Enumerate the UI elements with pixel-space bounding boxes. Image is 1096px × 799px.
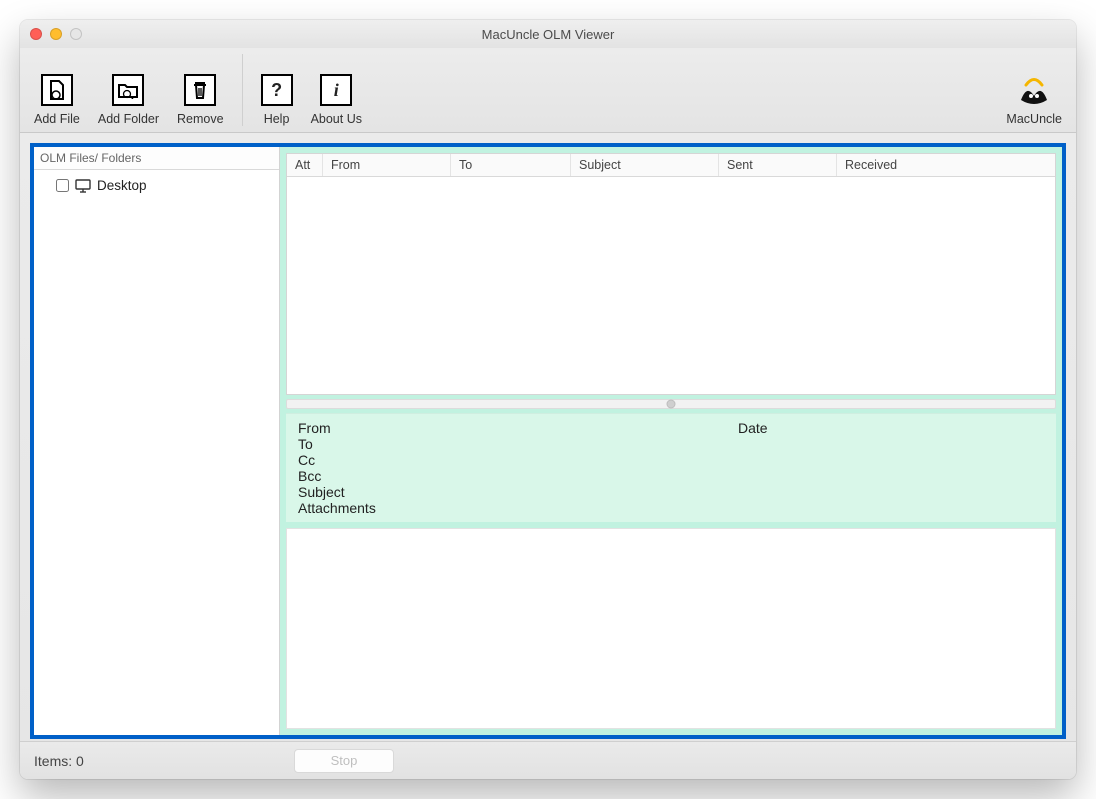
- stop-label: Stop: [331, 753, 358, 768]
- remove-label: Remove: [177, 112, 224, 126]
- detail-subject-label: Subject: [298, 484, 1044, 500]
- about-us-label: About Us: [311, 112, 362, 126]
- tree-item-checkbox[interactable]: [56, 179, 69, 192]
- column-to[interactable]: To: [451, 154, 571, 176]
- help-icon: ?: [261, 74, 293, 106]
- splitter-handle[interactable]: [286, 399, 1056, 409]
- brand-button[interactable]: MacUncle: [1006, 78, 1062, 126]
- stop-button: Stop: [294, 749, 394, 773]
- tree-item[interactable]: Desktop: [40, 176, 273, 195]
- folder-tree-pane: OLM Files/ Folders Desktop: [34, 147, 280, 735]
- column-received[interactable]: Received: [837, 154, 1055, 176]
- app-window: MacUncle OLM Viewer Add File Add Folder …: [20, 20, 1076, 779]
- folder-add-icon: [112, 74, 144, 106]
- about-us-button[interactable]: i About Us: [311, 74, 362, 126]
- detail-to-label: To: [298, 436, 1044, 452]
- detail-attachments-label: Attachments: [298, 500, 1044, 516]
- column-att[interactable]: Att: [287, 154, 323, 176]
- add-file-button[interactable]: Add File: [34, 74, 80, 126]
- message-detail-header: From Date To Cc Bcc Subject Attachments: [286, 413, 1056, 522]
- list-body[interactable]: [287, 177, 1055, 394]
- desktop-icon: [75, 179, 91, 193]
- file-add-icon: [41, 74, 73, 106]
- detail-bcc-label: Bcc: [298, 468, 1044, 484]
- help-button[interactable]: ? Help: [261, 74, 293, 126]
- minimize-icon[interactable]: [50, 28, 62, 40]
- message-body[interactable]: [286, 528, 1056, 729]
- items-count: Items: 0: [34, 753, 274, 769]
- detail-from-label: From: [298, 420, 738, 436]
- message-list: Att From To Subject Sent Received: [286, 153, 1056, 395]
- column-subject[interactable]: Subject: [571, 154, 719, 176]
- add-folder-label: Add Folder: [98, 112, 159, 126]
- close-icon[interactable]: [30, 28, 42, 40]
- info-icon: i: [320, 74, 352, 106]
- statusbar: Items: 0 Stop: [20, 741, 1076, 779]
- content-area: OLM Files/ Folders Desktop Att From: [20, 133, 1076, 741]
- add-file-label: Add File: [34, 112, 80, 126]
- macuncle-logo-icon: [1017, 78, 1051, 106]
- folder-tree-header: OLM Files/ Folders: [34, 147, 279, 170]
- column-sent[interactable]: Sent: [719, 154, 837, 176]
- help-label: Help: [264, 112, 290, 126]
- brand-label: MacUncle: [1006, 112, 1062, 126]
- list-header: Att From To Subject Sent Received: [287, 154, 1055, 177]
- tree-item-label: Desktop: [97, 178, 147, 193]
- column-from[interactable]: From: [323, 154, 451, 176]
- main-frame: OLM Files/ Folders Desktop Att From: [30, 143, 1066, 739]
- zoom-icon[interactable]: [70, 28, 82, 40]
- detail-date-label: Date: [738, 420, 768, 436]
- window-controls: [30, 28, 82, 40]
- detail-cc-label: Cc: [298, 452, 1044, 468]
- toolbar-separator: [242, 54, 243, 126]
- remove-button[interactable]: Remove: [177, 74, 224, 126]
- titlebar: MacUncle OLM Viewer: [20, 20, 1076, 48]
- trash-icon: [184, 74, 216, 106]
- right-pane: Att From To Subject Sent Received From D…: [280, 147, 1062, 735]
- toolbar: Add File Add Folder Remove ? He: [20, 48, 1076, 133]
- window-title: MacUncle OLM Viewer: [20, 27, 1076, 42]
- add-folder-button[interactable]: Add Folder: [98, 74, 159, 126]
